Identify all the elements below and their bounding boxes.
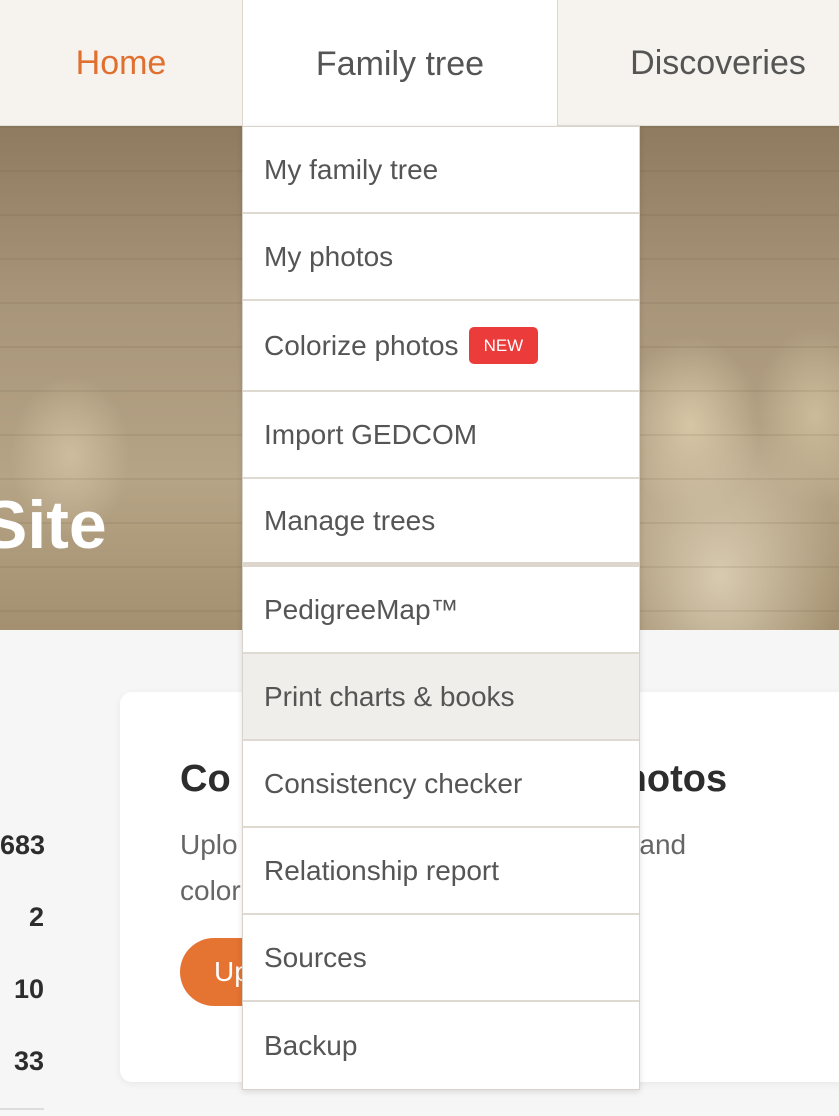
hero-title: Site — [0, 487, 107, 563]
menu-item-print-charts-books[interactable]: Print charts & books — [243, 654, 639, 741]
menu-item-label: Backup — [264, 1029, 358, 1061]
card-desc-line1-left: Uplo — [180, 829, 238, 860]
menu-item-manage-trees[interactable]: Manage trees — [243, 479, 639, 567]
stat-value: 10 — [13, 974, 44, 1004]
stats-divider — [0, 1108, 44, 1110]
menu-item-label: My family tree — [264, 153, 439, 185]
stat-value: 683 — [0, 830, 46, 860]
stat-value: 33 — [13, 1046, 44, 1076]
menu-item-my-family-tree[interactable]: My family tree — [243, 127, 639, 214]
new-badge: NEW — [468, 327, 539, 364]
menu-item-label: Sources — [264, 941, 367, 973]
menu-item-label: Consistency checker — [264, 767, 523, 799]
card-desc-line2-left: color — [180, 875, 241, 906]
stats-column: 683 2 10 33 — [0, 830, 46, 1116]
menu-item-label: PedigreeMap™ — [264, 593, 459, 625]
card-title-left: Co — [180, 758, 231, 800]
menu-item-backup[interactable]: Backup — [243, 1002, 639, 1089]
page: Home Family tree Discoveries Site 683 2 … — [0, 0, 839, 1116]
nav-tab-home[interactable]: Home — [0, 0, 242, 126]
menu-item-relationship-report[interactable]: Relationship report — [243, 828, 639, 915]
menu-item-label: Print charts & books — [264, 680, 515, 712]
top-nav: Home Family tree Discoveries — [0, 0, 839, 128]
menu-item-label: Relationship report — [264, 854, 500, 886]
menu-item-my-photos[interactable]: My photos — [243, 214, 639, 301]
menu-item-label: Import GEDCOM — [264, 418, 478, 450]
menu-item-consistency-checker[interactable]: Consistency checker — [243, 741, 639, 828]
menu-item-label: Colorize photos — [264, 329, 459, 361]
nav-tab-discoveries[interactable]: Discoveries — [558, 0, 839, 126]
menu-item-import-gedcom[interactable]: Import GEDCOM — [243, 392, 639, 479]
menu-item-pedigreemap[interactable]: PedigreeMap™ — [243, 567, 639, 654]
family-tree-dropdown: My family tree My photos Colorize photos… — [242, 126, 640, 1090]
stat-value: 2 — [28, 902, 44, 932]
menu-item-colorize-photos[interactable]: Colorize photos NEW — [243, 301, 639, 392]
nav-tab-family-tree[interactable]: Family tree — [242, 0, 558, 128]
menu-item-label: My photos — [264, 240, 394, 272]
menu-item-label: Manage trees — [264, 504, 436, 536]
menu-item-sources[interactable]: Sources — [243, 915, 639, 1002]
